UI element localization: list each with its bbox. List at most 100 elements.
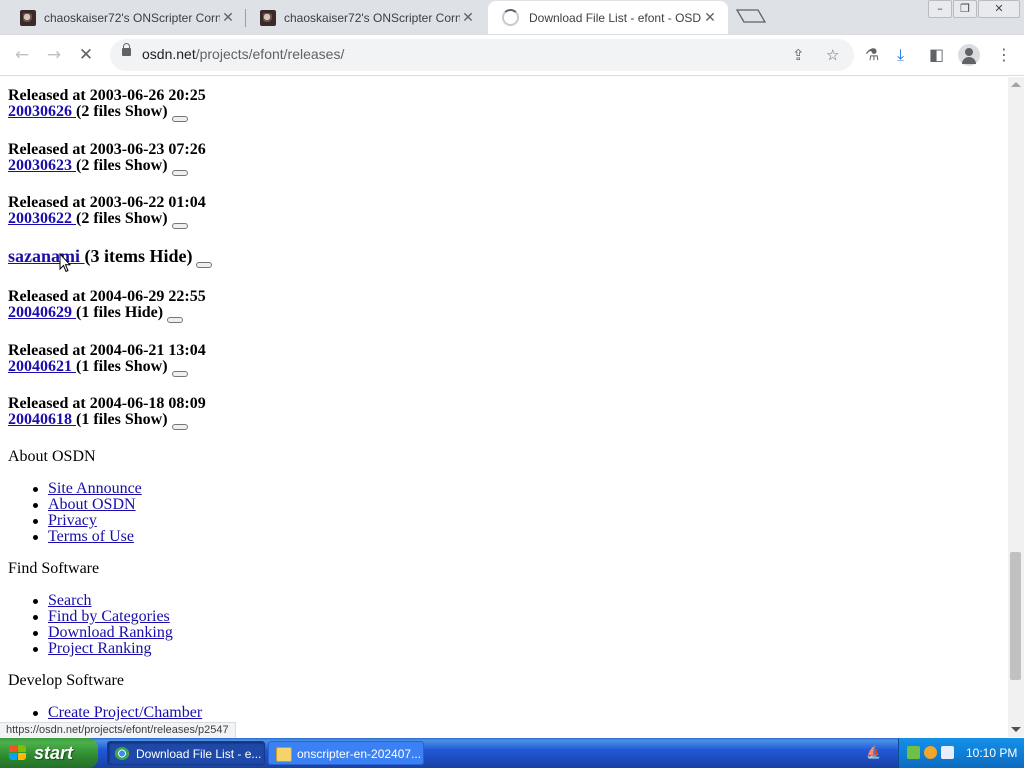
toggle-button[interactable] (171, 223, 188, 229)
tab-close-icon[interactable]: ✕ (220, 9, 236, 26)
browser-toolbar: ← → ✕ osdn.net/projects/efont/releases/ … (0, 35, 1024, 76)
tab-close-icon[interactable]: ✕ (460, 9, 476, 26)
tab-onscripter-corner-1[interactable]: chaoskaiser72's ONScripter Corner ✕ (6, 1, 246, 34)
tab-download-file-list[interactable]: Download File List - efont - OSDN ✕ (488, 1, 728, 34)
footer-link-categories[interactable]: Find by Categories (48, 608, 170, 625)
footer-link-privacy[interactable]: Privacy (48, 512, 97, 529)
footer-links-develop: Create Project/Chamber (32, 704, 202, 721)
list-item: Terms of Use (33, 528, 142, 545)
footer-link-project-ranking[interactable]: Project Ranking (48, 640, 152, 657)
tab-title: Download File List - efont - OSDN (529, 10, 702, 25)
release-link[interactable]: 20030622 (8, 210, 76, 227)
release-date: Released at 2004-06-21 13:04 (8, 342, 206, 359)
package-link[interactable]: sazanami (8, 246, 85, 266)
package-items-count: (3 items Hide) (84, 246, 193, 266)
scroll-up-arrow-icon[interactable] (1011, 82, 1021, 87)
search-tray-icon[interactable] (924, 746, 937, 759)
menu-kebab-icon[interactable]: ⋮ (996, 45, 1012, 64)
release-link[interactable]: 20040618 (8, 411, 76, 428)
footer-heading-find: Find Software (8, 560, 100, 577)
close-window-button[interactable]: ✕ (978, 0, 1020, 18)
scroll-down-arrow-icon[interactable] (1011, 727, 1021, 732)
forward-button[interactable]: → (42, 43, 66, 67)
footer-link-search[interactable]: Search (48, 592, 92, 609)
downloads-icon[interactable]: ⤓ (897, 45, 904, 65)
tab-close-icon[interactable]: ✕ (702, 9, 718, 26)
url-host: osdn.net (142, 46, 196, 62)
list-item: Privacy (33, 512, 142, 529)
toggle-button[interactable] (171, 371, 188, 377)
release-link[interactable]: 20030623 (8, 157, 76, 174)
bookmark-star-icon[interactable]: ☆ (826, 46, 839, 64)
release-link[interactable]: 20040629 (8, 304, 76, 321)
taskbar-item-browser[interactable]: Download File List - e... (107, 741, 265, 765)
toggle-button[interactable] (171, 170, 188, 176)
folder-icon (276, 747, 292, 762)
new-tab-icon[interactable] (736, 9, 766, 23)
taskbar-item-folder[interactable]: onscripter-en-202407... (268, 741, 424, 765)
back-button[interactable]: ← (10, 43, 34, 67)
release-entry: Released at 2004-06-18 08:09 20040618 (1… (8, 396, 206, 430)
side-panel-icon[interactable]: ◧ (929, 45, 944, 64)
footer-link-site-announce[interactable]: Site Announce (48, 480, 142, 497)
toggle-button[interactable] (171, 424, 188, 430)
site-favicon-icon (260, 9, 276, 26)
page-scrollbar[interactable] (1008, 77, 1024, 737)
list-item: Find by Categories (33, 608, 173, 625)
toggle-button[interactable] (167, 317, 184, 323)
tab-title: chaoskaiser72's ONScripter Corner (44, 10, 220, 25)
toggle-button[interactable] (196, 262, 213, 268)
footer-links-about: Site Announce About OSDN Privacy Terms o… (33, 480, 142, 545)
tab-strip: chaoskaiser72's ONScripter Corner ✕ chao… (0, 0, 1024, 35)
windows-logo-icon (9, 745, 27, 761)
list-item: Search (33, 592, 173, 609)
footer-link-download-ranking[interactable]: Download Ranking (48, 624, 173, 641)
network-icon[interactable] (907, 746, 920, 759)
profile-avatar-icon[interactable] (958, 44, 980, 66)
start-button[interactable]: start (0, 738, 98, 768)
release-date: Released at 2003-06-26 20:25 (8, 87, 206, 104)
link-status-bubble: https://osdn.net/projects/efont/releases… (0, 722, 236, 739)
tab-title: chaoskaiser72's ONScripter Corner (284, 10, 460, 25)
release-files-count: (2 files Show) (76, 210, 168, 227)
release-date: Released at 2004-06-18 08:09 (8, 395, 206, 412)
release-entry: Released at 2003-06-26 20:25 20030626 (2… (8, 88, 206, 122)
lock-icon[interactable] (122, 43, 131, 56)
release-files-count: (2 files Show) (76, 157, 168, 174)
tab-onscripter-corner-2[interactable]: chaoskaiser72's ONScripter Corner ✕ (246, 1, 486, 34)
stop-loading-button[interactable]: ✕ (74, 43, 98, 67)
tray-arrow-icon[interactable]: ⛵ (866, 745, 881, 759)
release-link[interactable]: 20030626 (8, 103, 76, 120)
list-item: Create Project/Chamber (32, 704, 202, 721)
clock[interactable]: 10:10 PM (966, 746, 1017, 760)
scrollbar-thumb[interactable] (1010, 552, 1021, 680)
address-bar[interactable]: osdn.net/projects/efont/releases/ ⇪ ☆ (110, 39, 854, 71)
list-item: Site Announce (33, 480, 142, 497)
release-files-count: (1 files Show) (76, 411, 168, 428)
minimize-button[interactable]: – (928, 0, 952, 18)
system-tray: 10:10 PM (898, 738, 1024, 768)
footer-link-about-osdn[interactable]: About OSDN (48, 496, 136, 513)
footer-link-create-project[interactable]: Create Project/Chamber (48, 704, 202, 721)
release-date: Released at 2003-06-23 07:26 (8, 141, 206, 158)
restore-button[interactable]: ❐ (953, 0, 977, 18)
share-icon[interactable]: ⇪ (792, 46, 805, 64)
release-date: Released at 2004-06-29 22:55 (8, 288, 206, 305)
task-label: Download File List - e... (136, 747, 262, 761)
release-files-count: (1 files Show) (76, 358, 168, 375)
volume-icon[interactable] (941, 746, 954, 759)
footer-heading-about: About OSDN (8, 448, 96, 465)
start-label: start (34, 743, 74, 763)
package-heading: sazanami (3 items Hide) (8, 246, 213, 268)
footer-links-find: Search Find by Categories Download Ranki… (33, 592, 173, 657)
release-link[interactable]: 20040621 (8, 358, 76, 375)
site-favicon-icon (20, 9, 36, 26)
footer-link-terms[interactable]: Terms of Use (48, 528, 134, 545)
release-date: Released at 2003-06-22 01:04 (8, 194, 206, 211)
release-entry: Released at 2003-06-23 07:26 20030623 (2… (8, 142, 206, 176)
toggle-button[interactable] (171, 116, 188, 122)
address-url[interactable]: osdn.net/projects/efont/releases/ (142, 46, 344, 62)
footer-heading-develop: Develop Software (8, 672, 124, 689)
task-label: onscripter-en-202407... (297, 747, 422, 761)
labs-flask-icon[interactable]: ⚗ (865, 45, 879, 64)
